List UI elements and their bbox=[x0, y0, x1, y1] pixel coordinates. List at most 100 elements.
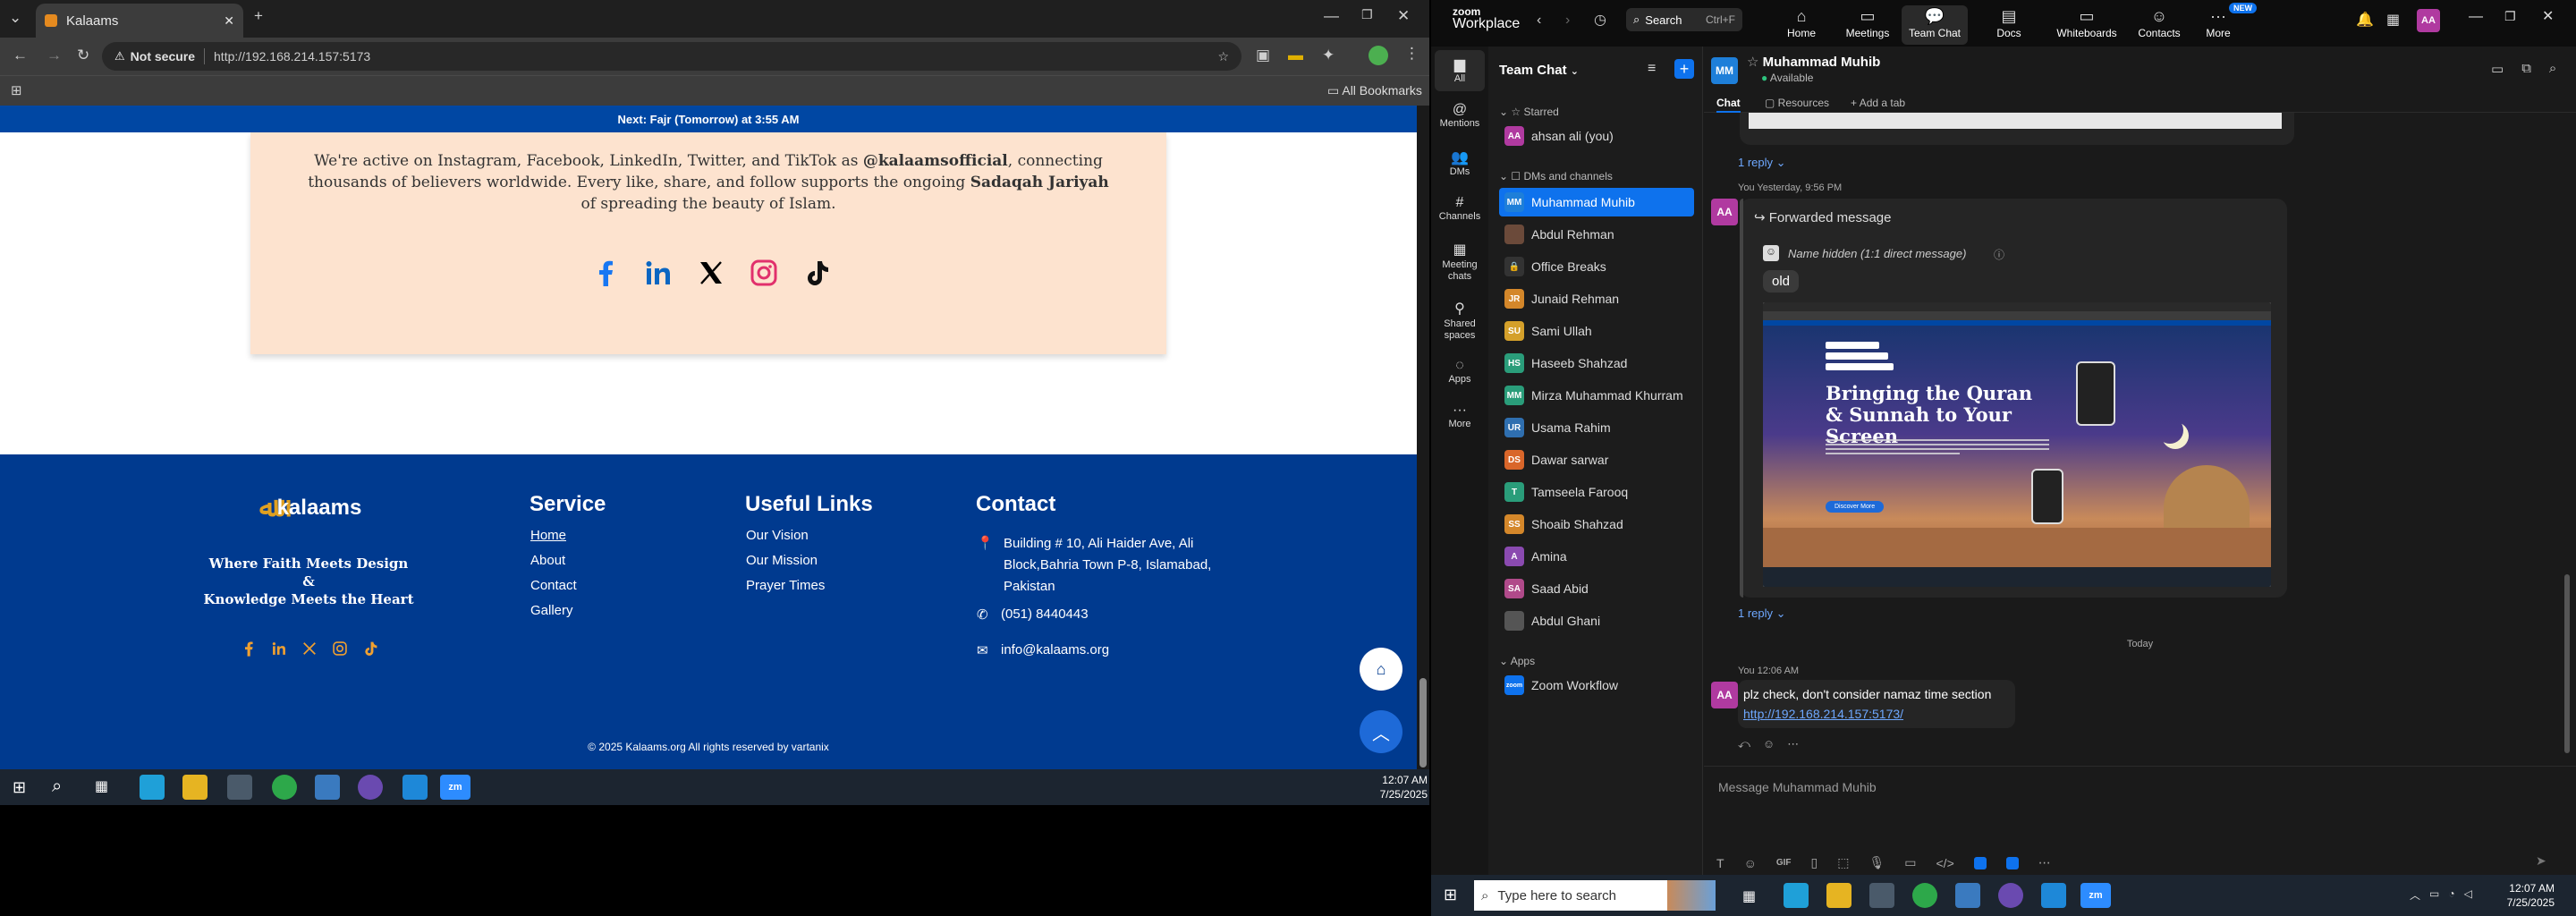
nav-contacts[interactable]: ☺ Contacts bbox=[2131, 5, 2188, 45]
app-icon[interactable] bbox=[315, 775, 340, 800]
menu-icon[interactable]: ⋮ bbox=[1404, 45, 1419, 63]
chat-item-contact[interactable]: SA Saad Abid bbox=[1499, 574, 1694, 603]
forwarded-message-card[interactable]: ↪ Forwarded message ☺ Name hidden (1:1 d… bbox=[1740, 199, 2287, 598]
footer-link-contact[interactable]: Contact bbox=[530, 578, 577, 593]
reply-icon[interactable]: ⤺ bbox=[1738, 737, 1750, 751]
search-icon[interactable]: ⌕ bbox=[2549, 61, 2556, 77]
back-icon[interactable]: ‹ bbox=[1537, 13, 1541, 29]
rail-all[interactable]: ▆ All bbox=[1431, 55, 1488, 84]
code-icon[interactable]: </> bbox=[1936, 856, 1954, 870]
tiktok-icon[interactable] bbox=[363, 640, 377, 657]
reload-icon[interactable]: ↻ bbox=[77, 47, 89, 64]
footer-link-gallery[interactable]: Gallery bbox=[530, 603, 573, 618]
chrome-icon[interactable] bbox=[272, 775, 297, 800]
browser-tab[interactable]: Kalaams ✕ bbox=[36, 4, 243, 38]
facebook-icon[interactable] bbox=[242, 640, 256, 657]
message-bubble[interactable]: plz check, don't consider namaz time sec… bbox=[1738, 680, 2015, 728]
scroll-to-top-button[interactable]: ︿ bbox=[1360, 710, 1402, 753]
file-explorer-icon[interactable] bbox=[1826, 883, 1852, 908]
chat-scrollbar[interactable] bbox=[2564, 574, 2570, 753]
folder-icon[interactable]: ▬ bbox=[1288, 47, 1303, 64]
task-view-icon[interactable]: ▦ bbox=[1742, 887, 1756, 905]
search-box[interactable]: ⌕ Search Ctrl+F bbox=[1626, 8, 1742, 31]
send-icon[interactable]: ➤ bbox=[2536, 853, 2546, 869]
chat-item-contact[interactable]: 🔒 Office Breaks bbox=[1499, 252, 1694, 281]
new-tab-icon[interactable]: + bbox=[254, 7, 263, 25]
app-icon[interactable] bbox=[1973, 856, 1987, 869]
tab-chat[interactable]: Chat bbox=[1716, 97, 1741, 113]
instagram-icon[interactable] bbox=[750, 259, 777, 286]
bookmark-star-icon[interactable]: ☆ bbox=[1217, 49, 1229, 64]
minimize-icon[interactable]: — bbox=[2469, 9, 2483, 25]
dms-section[interactable]: ⌄ ☐ DMs and channels bbox=[1499, 170, 1613, 182]
nav-meetings[interactable]: ▭ Meetings bbox=[1839, 5, 1896, 45]
volume-icon[interactable]: ◁ bbox=[2464, 887, 2472, 903]
more-icon[interactable]: ⋯ bbox=[1787, 737, 1799, 751]
chat-item-contact[interactable]: HS Haseeb Shahzad bbox=[1499, 349, 1694, 377]
video-message-icon[interactable]: ▭ bbox=[1904, 855, 1916, 870]
wifi-icon[interactable]: ◔ bbox=[2448, 887, 2454, 903]
footer-link-vision[interactable]: Our Vision bbox=[746, 528, 809, 543]
footer-link-about[interactable]: About bbox=[530, 553, 565, 568]
chat-item-contact[interactable]: SS Shoaib Shahzad bbox=[1499, 510, 1694, 539]
close-window-icon[interactable]: ✕ bbox=[2542, 7, 2554, 25]
extension-icon[interactable]: ▣ bbox=[1256, 47, 1270, 64]
chevron-up-icon[interactable]: ︿ bbox=[2410, 887, 2420, 903]
chat-item-zoom-workflow[interactable]: zoom Zoom Workflow bbox=[1499, 671, 1694, 700]
rail-dms[interactable]: 👥 DMs bbox=[1431, 148, 1488, 177]
tiktok-icon[interactable] bbox=[804, 259, 829, 286]
all-bookmarks[interactable]: ▭ All Bookmarks bbox=[1327, 83, 1422, 98]
chat-item-contact[interactable]: Abdul Ghani bbox=[1499, 606, 1694, 635]
compose-input[interactable]: Message Muhammad Muhib bbox=[1718, 780, 1877, 794]
minimize-icon[interactable]: — bbox=[1324, 7, 1339, 25]
footer-phone[interactable]: (051) 8440443 bbox=[1001, 606, 1089, 622]
app-icon[interactable] bbox=[1955, 883, 1980, 908]
store-icon[interactable] bbox=[227, 775, 252, 800]
apps-grid-icon[interactable]: ⊞ bbox=[11, 82, 22, 98]
chat-header-name[interactable]: ☆ Muhammad Muhib bbox=[1747, 54, 1880, 70]
rail-channels[interactable]: # Channels bbox=[1431, 195, 1488, 222]
zoom-taskbar-icon[interactable]: zm bbox=[2080, 883, 2111, 908]
taskbar-clock[interactable]: 12:07 AM 7/25/2025 bbox=[2501, 881, 2555, 910]
footer-email[interactable]: info@kalaams.org bbox=[1001, 642, 1109, 657]
back-icon[interactable]: ← bbox=[13, 47, 28, 64]
edge-icon[interactable] bbox=[140, 775, 165, 800]
chat-item-contact[interactable]: MM Muhammad Muhib bbox=[1499, 188, 1694, 216]
chat-avatar[interactable]: MM bbox=[1711, 57, 1738, 84]
edge-icon[interactable] bbox=[1784, 883, 1809, 908]
close-tab-icon[interactable]: ✕ bbox=[224, 13, 234, 29]
notifications-icon[interactable]: 🔔 bbox=[2356, 11, 2374, 29]
chat-item-contact[interactable]: A Amina bbox=[1499, 542, 1694, 571]
nav-team-chat[interactable]: 💬 Team Chat bbox=[1902, 5, 1968, 45]
reply-count-2[interactable]: 1 reply ⌄ bbox=[1738, 606, 1786, 621]
chat-item-contact[interactable]: T Tamseela Farooq bbox=[1499, 478, 1694, 506]
profile-avatar[interactable] bbox=[1368, 46, 1388, 65]
address-bar[interactable]: ⚠ Not secure http://192.168.214.157:5173… bbox=[102, 42, 1241, 71]
calendar-icon[interactable]: ▦ bbox=[2386, 11, 2400, 29]
chrome-icon[interactable] bbox=[1912, 883, 1937, 908]
vscode-icon[interactable] bbox=[2041, 883, 2066, 908]
reply-count-1[interactable]: 1 reply ⌄ bbox=[1738, 156, 1786, 170]
chat-item-contact[interactable]: MM Mirza Muhammad Khurram bbox=[1499, 381, 1694, 410]
apps-section[interactable]: ⌄ Apps bbox=[1499, 655, 1535, 667]
search-icon[interactable]: ⌕ bbox=[52, 776, 62, 797]
tab-resources[interactable]: ▢ Resources bbox=[1765, 97, 1829, 109]
github-icon[interactable] bbox=[358, 775, 383, 800]
mic-icon[interactable]: 🎙 bbox=[1868, 855, 1885, 870]
nav-whiteboards[interactable]: ▭ Whiteboards bbox=[2046, 5, 2127, 45]
vscode-icon[interactable] bbox=[402, 775, 428, 800]
prayer-widget-button[interactable]: ⌂ bbox=[1360, 648, 1402, 691]
nav-home[interactable]: ⌂ Home bbox=[1773, 5, 1830, 45]
file-explorer-icon[interactable] bbox=[182, 775, 208, 800]
chat-item-self[interactable]: AA ahsan ali (you) bbox=[1499, 122, 1694, 150]
file-icon[interactable]: ▯ bbox=[1811, 855, 1818, 870]
rail-mentions[interactable]: @ Mentions bbox=[1431, 102, 1488, 129]
screenshot-preview-image[interactable]: Bringing the Quran & Sunnah to Your Scre… bbox=[1763, 302, 2271, 587]
message-link[interactable]: http://192.168.214.157:5173/ bbox=[1743, 707, 1903, 721]
format-icon[interactable]: T bbox=[1716, 856, 1724, 870]
more-icon[interactable]: ⋯ bbox=[2038, 855, 2051, 870]
windows-start-icon[interactable]: ⊞ bbox=[1444, 886, 1457, 904]
close-window-icon[interactable]: ✕ bbox=[1397, 7, 1410, 25]
windows-start-icon[interactable]: ⊞ bbox=[13, 778, 26, 797]
network-icon[interactable]: ▭ bbox=[2429, 887, 2439, 903]
